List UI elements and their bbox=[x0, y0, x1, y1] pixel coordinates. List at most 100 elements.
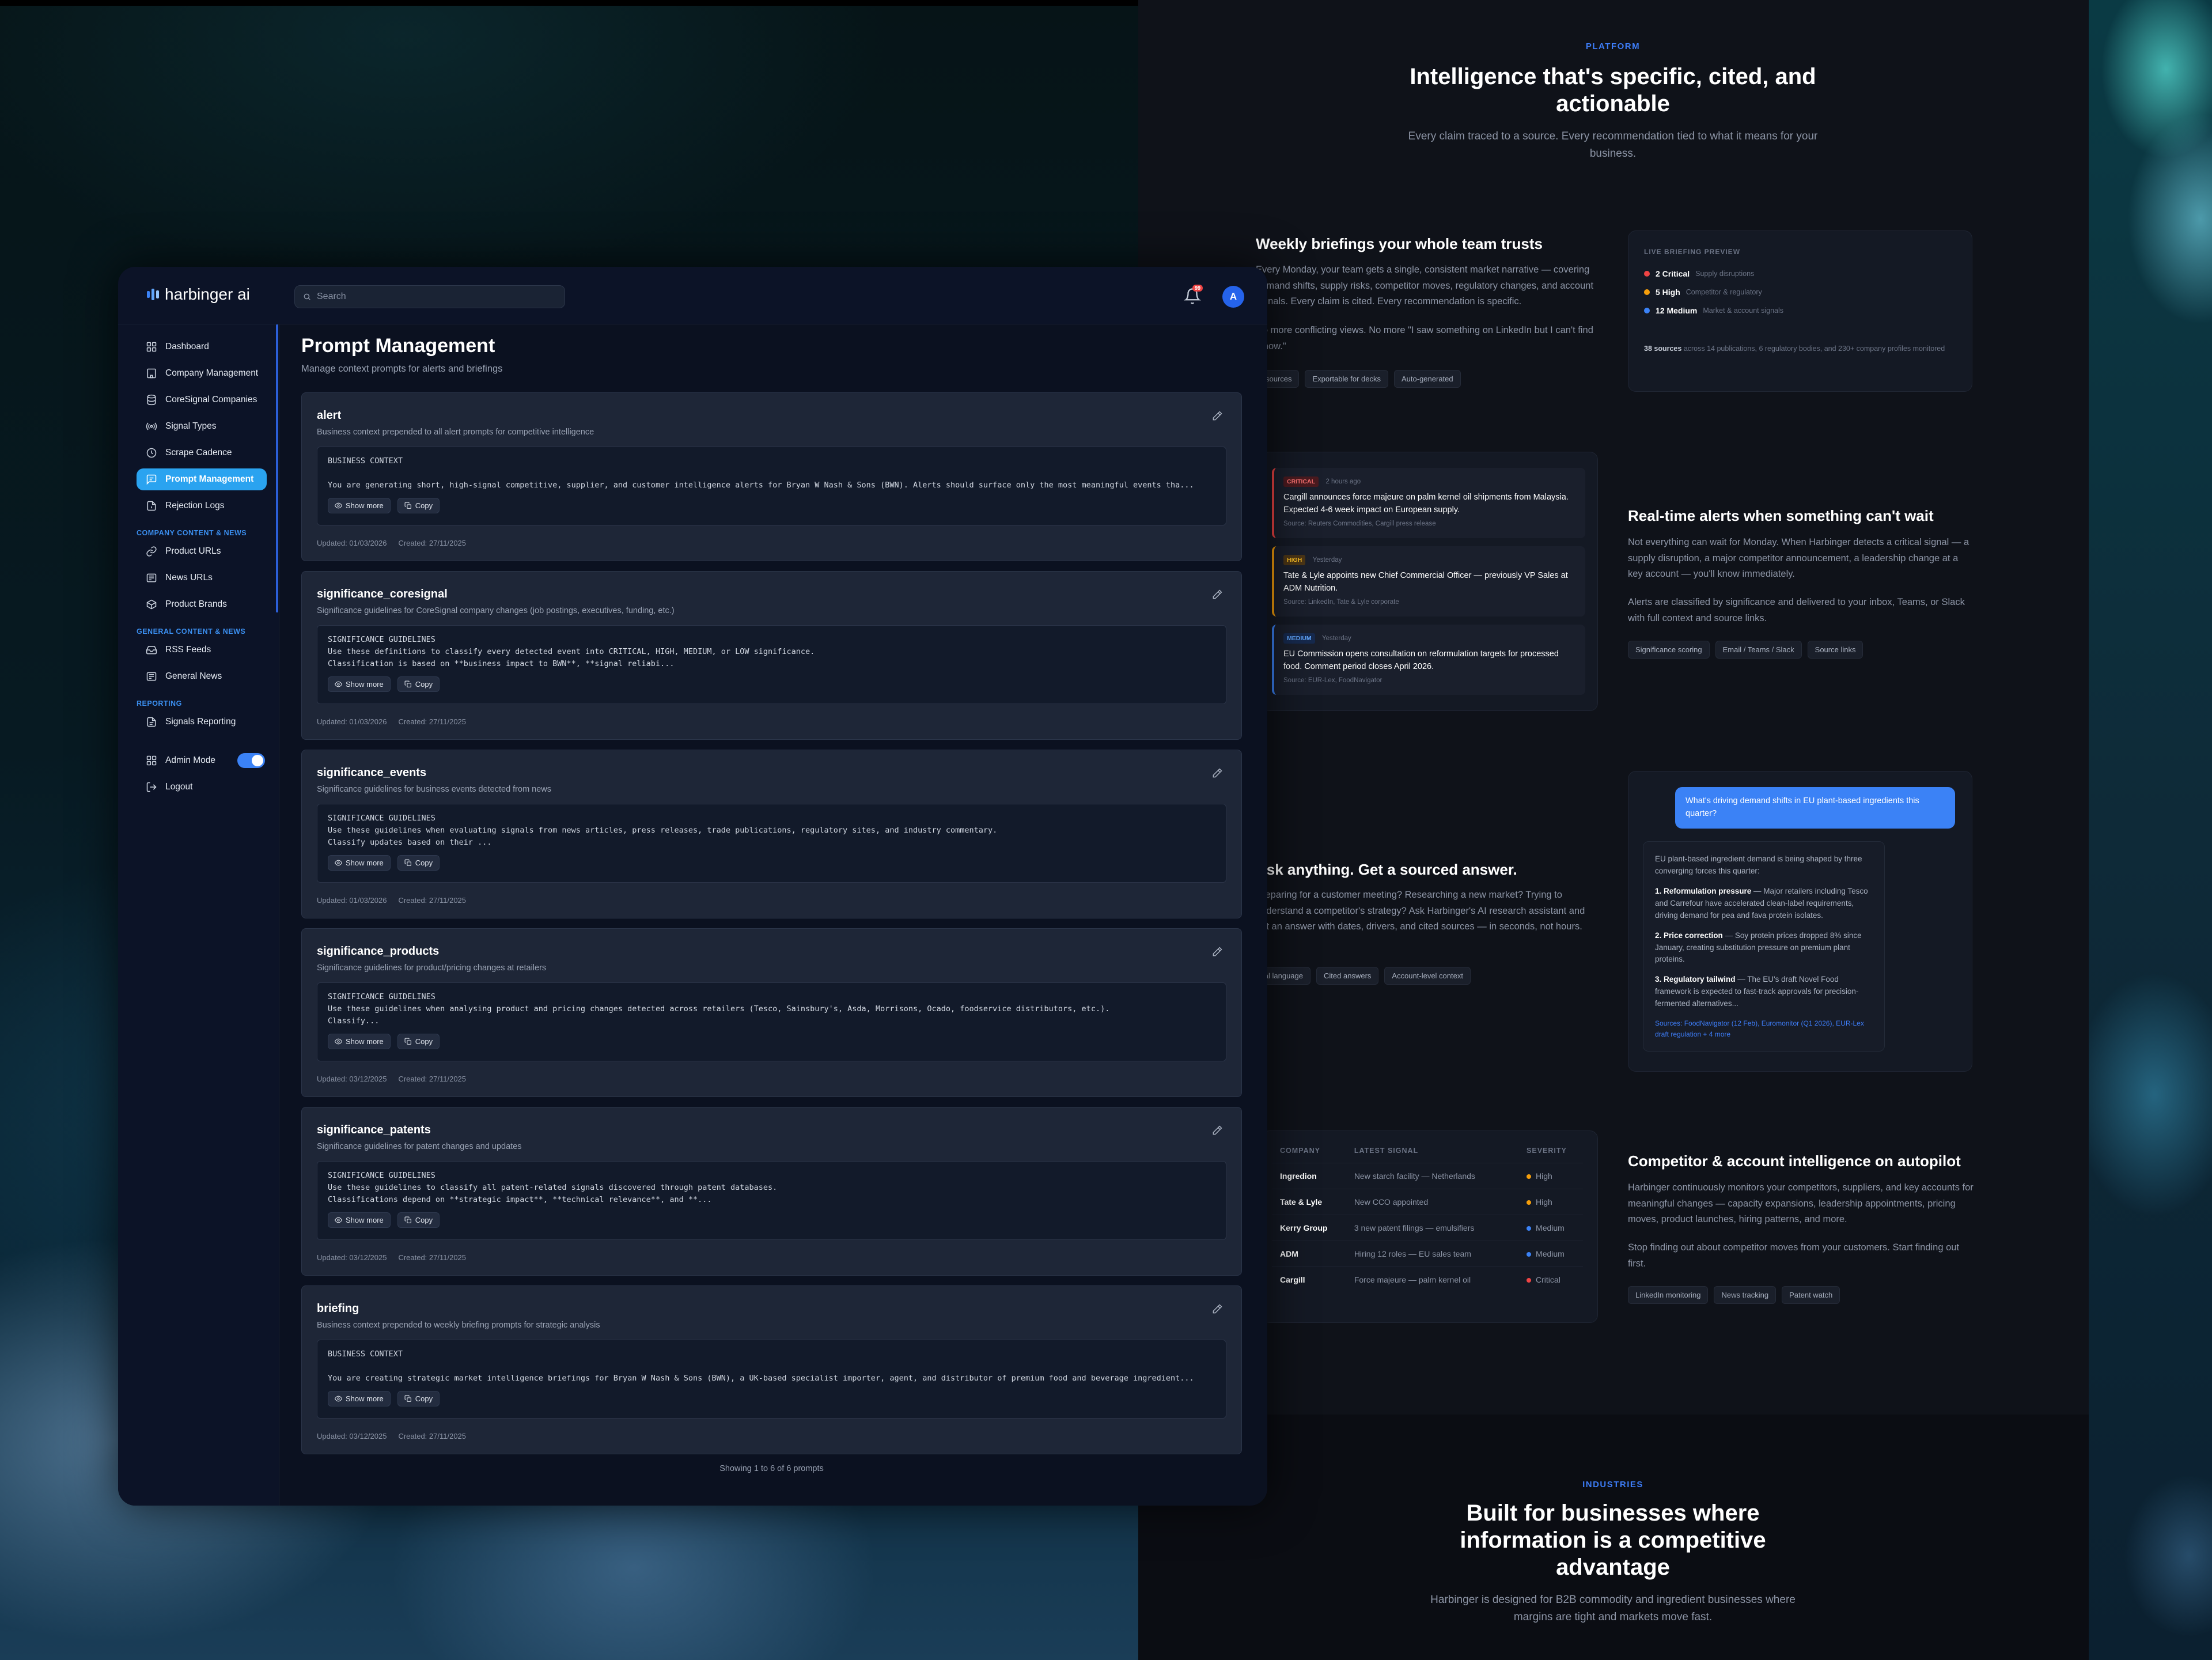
feature-alerts-tags: Significance scoring Email / Teams / Sla… bbox=[1628, 641, 1863, 659]
section-reporting: REPORTING bbox=[137, 699, 182, 708]
copy-icon bbox=[404, 1038, 411, 1045]
platform-subhead: Every claim traced to a source. Every re… bbox=[1408, 130, 1818, 160]
feature-alerts-body-2: Alerts are classified by significance an… bbox=[1628, 597, 1965, 623]
show-more-button[interactable]: Show more bbox=[328, 1034, 391, 1049]
copy-button[interactable]: Copy bbox=[397, 1034, 440, 1049]
prompt-content-box: SIGNIFICANCE GUIDELINES Use these guidel… bbox=[317, 804, 1226, 883]
sidebar-item-rejection-logs[interactable]: Rejection Logs bbox=[137, 495, 267, 517]
sidebar-item-rss-feeds[interactable]: RSS Feeds bbox=[137, 639, 267, 661]
feature-ask-tags: Natural language Cited answers Account-l… bbox=[1238, 967, 1471, 985]
feature-briefings-body: Every Monday, your team gets a single, c… bbox=[1256, 264, 1594, 307]
copy-button[interactable]: Copy bbox=[397, 1391, 440, 1406]
search-icon bbox=[304, 293, 310, 300]
background-top-bar bbox=[0, 0, 1141, 6]
logout-button[interactable]: Logout bbox=[137, 776, 267, 798]
harbinger-logo-icon bbox=[147, 289, 159, 300]
copy-button[interactable]: Copy bbox=[397, 855, 440, 871]
prompt-name: alert bbox=[317, 409, 342, 422]
show-more-button[interactable]: Show more bbox=[328, 1391, 391, 1406]
sidebar-item-news-urls[interactable]: News URLs bbox=[137, 567, 267, 589]
edit-pencil-icon[interactable] bbox=[1211, 1125, 1223, 1136]
tag: Patent watch bbox=[1782, 1286, 1840, 1304]
prompt-dates: Updated: 01/03/2026 Created: 27/11/2025 bbox=[317, 539, 467, 547]
severity-dot-icon bbox=[1527, 1278, 1532, 1283]
eye-icon bbox=[335, 860, 342, 866]
sidebar-item-company-management[interactable]: Company Management bbox=[137, 362, 267, 384]
prompt-name: significance_products bbox=[317, 945, 440, 958]
show-more-button[interactable]: Show more bbox=[328, 1212, 391, 1228]
prompt-description: Significance guidelines for product/pric… bbox=[317, 963, 547, 973]
alert-card-critical: CRITICAL 2 hours ago Cargill announces f… bbox=[1272, 468, 1585, 538]
feature-competitor-body-2: Stop finding out about competitor moves … bbox=[1628, 1242, 1960, 1269]
prompt-card: briefing Business context prepended to w… bbox=[301, 1285, 1242, 1454]
file-icon bbox=[147, 717, 156, 727]
admin-mode-toggle[interactable] bbox=[237, 753, 265, 768]
grid-icon bbox=[146, 342, 157, 352]
chat-sources-link: Sources: FoodNavigator (12 Feb), Euromon… bbox=[1655, 1019, 1864, 1038]
sidebar-item-dashboard[interactable]: Dashboard bbox=[137, 336, 267, 358]
edit-pencil-icon[interactable] bbox=[1211, 946, 1223, 958]
eye-icon bbox=[335, 502, 342, 509]
prompt-content-text: BUSINESS CONTEXT You are creating strate… bbox=[328, 1349, 1194, 1383]
user-avatar[interactable]: A bbox=[1222, 286, 1244, 308]
feature-briefings-body-2: No more conflicting views. No more "I sa… bbox=[1256, 325, 1593, 351]
pagination-summary: Showing 1 to 6 of 6 prompts bbox=[719, 1464, 824, 1473]
column-header: SEVERITY bbox=[1527, 1147, 1567, 1155]
table-row: Tate & Lyle New CCO appointed High bbox=[1272, 1189, 1583, 1215]
sidebar-item-general-news[interactable]: General News bbox=[137, 665, 267, 687]
copy-button[interactable]: Copy bbox=[397, 1212, 440, 1228]
show-more-button[interactable]: Show more bbox=[328, 676, 391, 692]
tag: LinkedIn monitoring bbox=[1628, 1286, 1709, 1304]
prompt-card: significance_events Significance guideli… bbox=[301, 750, 1242, 918]
file-icon bbox=[147, 501, 156, 511]
sidebar-item-signals-reporting[interactable]: Signals Reporting bbox=[137, 711, 267, 733]
edit-pencil-icon[interactable] bbox=[1211, 1303, 1223, 1315]
feature-competitor-tags: LinkedIn monitoring News tracking Patent… bbox=[1628, 1286, 1840, 1304]
prompt-content-box: BUSINESS CONTEXT You are generating shor… bbox=[317, 447, 1226, 525]
prompt-content-text: SIGNIFICANCE GUIDELINES Use these guidel… bbox=[328, 1171, 778, 1204]
prompt-card: significance_patents Significance guidel… bbox=[301, 1107, 1242, 1276]
prompt-card: significance_products Significance guide… bbox=[301, 928, 1242, 1097]
tag: Account-level context bbox=[1384, 967, 1471, 985]
platform-eyebrow: PLATFORM bbox=[1585, 41, 1641, 51]
prompt-dates: Updated: 03/12/2025 Created: 27/11/2025 bbox=[317, 1075, 467, 1083]
database-icon bbox=[147, 394, 156, 406]
app-top-bar: harbinger ai 99 A bbox=[118, 267, 1267, 324]
sidebar-item-signal-types[interactable]: Signal Types bbox=[137, 415, 267, 437]
copy-icon bbox=[404, 1216, 411, 1223]
copy-button[interactable]: Copy bbox=[397, 498, 440, 513]
edit-pencil-icon[interactable] bbox=[1211, 589, 1223, 600]
edit-pencil-icon[interactable] bbox=[1211, 410, 1223, 422]
sidebar-item-product-urls[interactable]: Product URLs bbox=[137, 540, 267, 562]
tag: Exportable for decks bbox=[1305, 370, 1388, 388]
message-icon bbox=[146, 474, 157, 485]
newspaper-icon bbox=[146, 672, 157, 681]
medium-dot-icon bbox=[1644, 308, 1650, 313]
prompt-name: significance_coresignal bbox=[317, 588, 448, 600]
sidebar-item-product-brands[interactable]: Product Brands bbox=[137, 593, 267, 615]
table-row: ADM Hiring 12 roles — EU sales team Medi… bbox=[1272, 1241, 1583, 1267]
prompt-dates: Updated: 01/03/2026 Created: 27/11/2025 bbox=[317, 896, 467, 905]
search-input[interactable] bbox=[317, 292, 547, 302]
show-more-button[interactable]: Show more bbox=[328, 855, 391, 871]
feature-alerts-body: Not everything can wait for Monday. When… bbox=[1628, 537, 1969, 580]
column-header: COMPANY bbox=[1280, 1147, 1320, 1155]
show-more-button[interactable]: Show more bbox=[328, 498, 391, 513]
briefing-row-medium: 12 Medium Market & account signals bbox=[1644, 306, 1783, 315]
feature-ask-body: Preparing for a customer meeting? Resear… bbox=[1256, 890, 1585, 932]
briefing-sources: 38 sources across 14 publications, 6 reg… bbox=[1644, 345, 1945, 353]
edit-pencil-icon[interactable] bbox=[1211, 767, 1223, 779]
copy-button[interactable]: Copy bbox=[397, 676, 440, 692]
package-icon bbox=[146, 599, 157, 610]
prompt-content-box: SIGNIFICANCE GUIDELINES Use these guidel… bbox=[317, 1161, 1226, 1240]
sidebar-item-coresignal-companies[interactable]: CoreSignal Companies bbox=[137, 389, 267, 411]
prompt-content-text: SIGNIFICANCE GUIDELINES Use these guidel… bbox=[328, 992, 1110, 1026]
sidebar-scrollbar[interactable] bbox=[276, 324, 278, 612]
search-box[interactable] bbox=[294, 285, 565, 308]
sidebar-item-scrape-cadence[interactable]: Scrape Cadence bbox=[137, 442, 267, 464]
briefing-row-critical: 2 Critical Supply disruptions bbox=[1644, 269, 1754, 278]
building-icon bbox=[147, 368, 156, 379]
sidebar-item-prompt-management[interactable]: Prompt Management bbox=[137, 468, 267, 490]
prompt-description: Significance guidelines for CoreSignal c… bbox=[317, 606, 675, 615]
app-logo[interactable]: harbinger ai bbox=[147, 285, 250, 304]
